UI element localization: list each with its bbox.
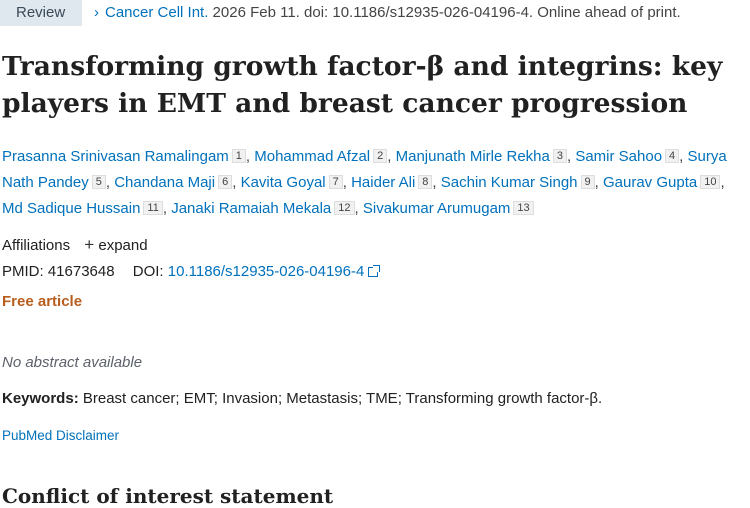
citation-details: 2026 Feb 11. doi: 10.1186/s12935-026-041… — [212, 4, 681, 21]
keywords-label: Keywords: — [2, 390, 79, 407]
affiliation-number[interactable]: 3 — [552, 149, 567, 163]
free-article-label: Free article — [2, 293, 83, 310]
author-link[interactable]: Manjunath Mirle Rekha — [396, 148, 550, 165]
affiliation-number[interactable]: 6 — [218, 175, 233, 189]
citation-line: › Cancer Cell Int. 2026 Feb 11. doi: 10.1… — [94, 0, 681, 26]
author-link[interactable]: Kavita Goyal — [241, 174, 326, 191]
citation-bar: Review › Cancer Cell Int. 2026 Feb 11. do… — [0, 0, 750, 26]
keywords-row: Keywords: Breast cancer; EMT; Invasion; … — [2, 390, 602, 407]
author-item: Sivakumar Arumugam 13 — [363, 200, 534, 217]
author-item: Haider Ali 8 — [351, 174, 433, 191]
author-list: Prasanna Srinivasan Ramalingam 1, Mohamma… — [2, 148, 727, 217]
expand-button[interactable]: expand — [98, 237, 147, 254]
affiliation-number[interactable]: 8 — [418, 175, 433, 189]
affiliation-number[interactable]: 4 — [665, 149, 680, 163]
author-link[interactable]: Md Sadique Hussain — [2, 200, 140, 217]
external-link-icon[interactable] — [368, 265, 381, 277]
affiliation-number[interactable]: 11 — [143, 201, 163, 215]
plus-icon[interactable]: + — [84, 235, 94, 254]
author-item: Mohammad Afzal 2 — [254, 148, 388, 165]
no-abstract-text: No abstract available — [2, 354, 143, 371]
author-item: Sachin Kumar Singh 9 — [441, 174, 595, 191]
affiliations-label: Affiliations — [2, 237, 71, 254]
affiliation-number[interactable]: 1 — [231, 149, 246, 163]
author-link[interactable]: Janaki Ramaiah Mekala — [171, 200, 331, 217]
author-link[interactable]: Mohammad Afzal — [254, 148, 370, 165]
author-item: Kavita Goyal 7 — [241, 174, 343, 191]
author-link[interactable]: Chandana Maji — [114, 174, 215, 191]
doi-label: DOI: — [132, 263, 164, 280]
doi-link[interactable]: 10.1186/s12935-026-04196-4 — [168, 263, 365, 280]
author-item: Manjunath Mirle Rekha 3 — [396, 148, 567, 165]
conflict-of-interest-heading: Conflict of interest statement — [2, 484, 334, 508]
author-link[interactable]: Sachin Kumar Singh — [441, 174, 578, 191]
author-item: Janaki Ramaiah Mekala 12 — [171, 200, 355, 217]
chevron-right-icon: › — [94, 4, 99, 21]
affiliation-number[interactable]: 13 — [513, 201, 534, 215]
page-title: Transforming growth factor-β and integri… — [2, 51, 723, 119]
author-item: Samir Sahoo 4 — [575, 148, 680, 165]
author-item: Prasanna Srinivasan Ramalingam 1 — [2, 148, 246, 165]
keywords-text: Breast cancer; EMT; Invasion; Metastasis… — [82, 390, 603, 407]
publication-type-badge: Review — [0, 0, 82, 26]
affiliation-number[interactable]: 5 — [91, 175, 106, 189]
affiliation-number[interactable]: 7 — [328, 175, 343, 189]
pmid-label: PMID: — [2, 263, 44, 280]
identifiers-row: PMID: 41673648 DOI: 10.1186/s12935-026-0… — [2, 263, 381, 280]
author-item: Gaurav Gupta 10 — [603, 174, 721, 191]
affiliation-number[interactable]: 10 — [700, 175, 721, 189]
journal-link[interactable]: Cancer Cell Int. — [105, 4, 208, 21]
pmid-value: 41673648 — [47, 263, 115, 280]
author-item: Chandana Maji 6 — [114, 174, 233, 191]
author-link[interactable]: Haider Ali — [351, 174, 415, 191]
affiliation-number[interactable]: 12 — [334, 201, 355, 215]
author-link[interactable]: Gaurav Gupta — [603, 174, 697, 191]
affiliations-row: Affiliations + expand — [2, 235, 148, 255]
affiliation-number[interactable]: 2 — [373, 149, 388, 163]
affiliation-number[interactable]: 9 — [580, 175, 595, 189]
pubmed-disclaimer-link[interactable]: PubMed Disclaimer — [2, 428, 119, 443]
author-link[interactable]: Samir Sahoo — [575, 148, 662, 165]
author-item: Md Sadique Hussain 11 — [2, 200, 163, 217]
author-link[interactable]: Prasanna Srinivasan Ramalingam — [2, 148, 229, 165]
author-link[interactable]: Sivakumar Arumugam — [363, 200, 511, 217]
